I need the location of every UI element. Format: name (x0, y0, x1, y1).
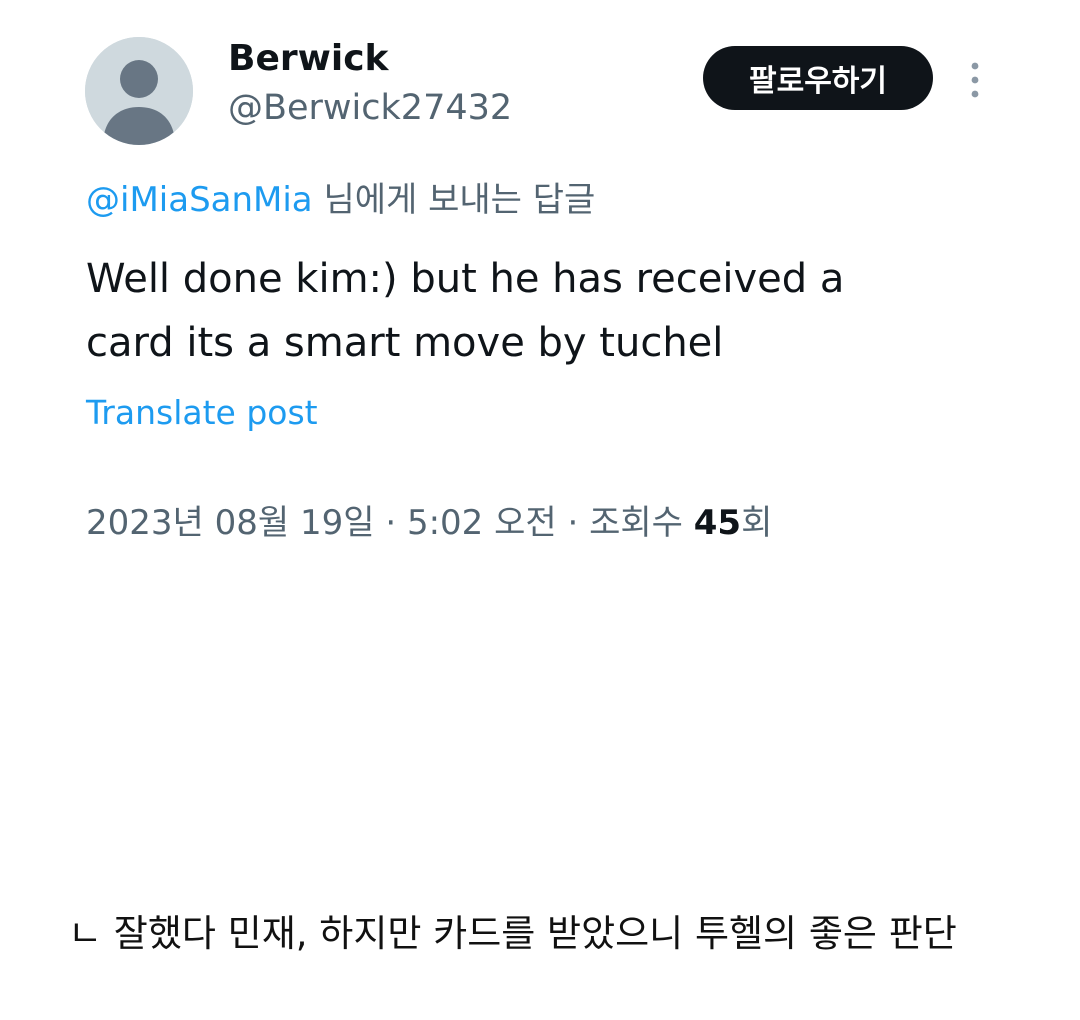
reply-context: @iMiaSanMia 님에게 보내는 답글 (86, 172, 595, 221)
tweet-time[interactable]: 5:02 오전 (407, 503, 557, 543)
reply-mention-link[interactable]: @iMiaSanMia (86, 180, 313, 220)
tweet-text: Well done kim:) but he has received a ca… (86, 247, 986, 375)
tweet-text-line-1: Well done kim:) but he has received a (86, 256, 845, 302)
caption-text: ㄴ 잘했다 민재, 하지만 카드를 받았으니 투헬의 좋은 판단 (68, 912, 957, 955)
user-handle[interactable]: @Berwick27432 (228, 88, 512, 128)
more-vertical-icon[interactable] (964, 60, 986, 100)
tweet-meta: 2023년 08월 19일 · 5:02 오전 · 조회수 45회 (86, 495, 772, 544)
tweet-text-line-2: card its a smart move by tuchel (86, 320, 724, 366)
views-suffix: 회 (741, 503, 773, 543)
follow-button[interactable]: 팔로우하기 (703, 46, 933, 110)
default-profile-icon (85, 37, 193, 145)
meta-separator: · (374, 503, 407, 543)
views-count: 45 (693, 503, 742, 543)
translate-post-link[interactable]: Translate post (86, 393, 318, 432)
display-name[interactable]: Berwick (228, 38, 389, 79)
avatar[interactable] (85, 37, 193, 145)
tweet-date[interactable]: 2023년 08월 19일 (86, 503, 375, 543)
meta-separator: · (556, 503, 590, 543)
views-label: 조회수 (589, 503, 694, 543)
reply-context-suffix: 님에게 보내는 답글 (312, 180, 596, 220)
